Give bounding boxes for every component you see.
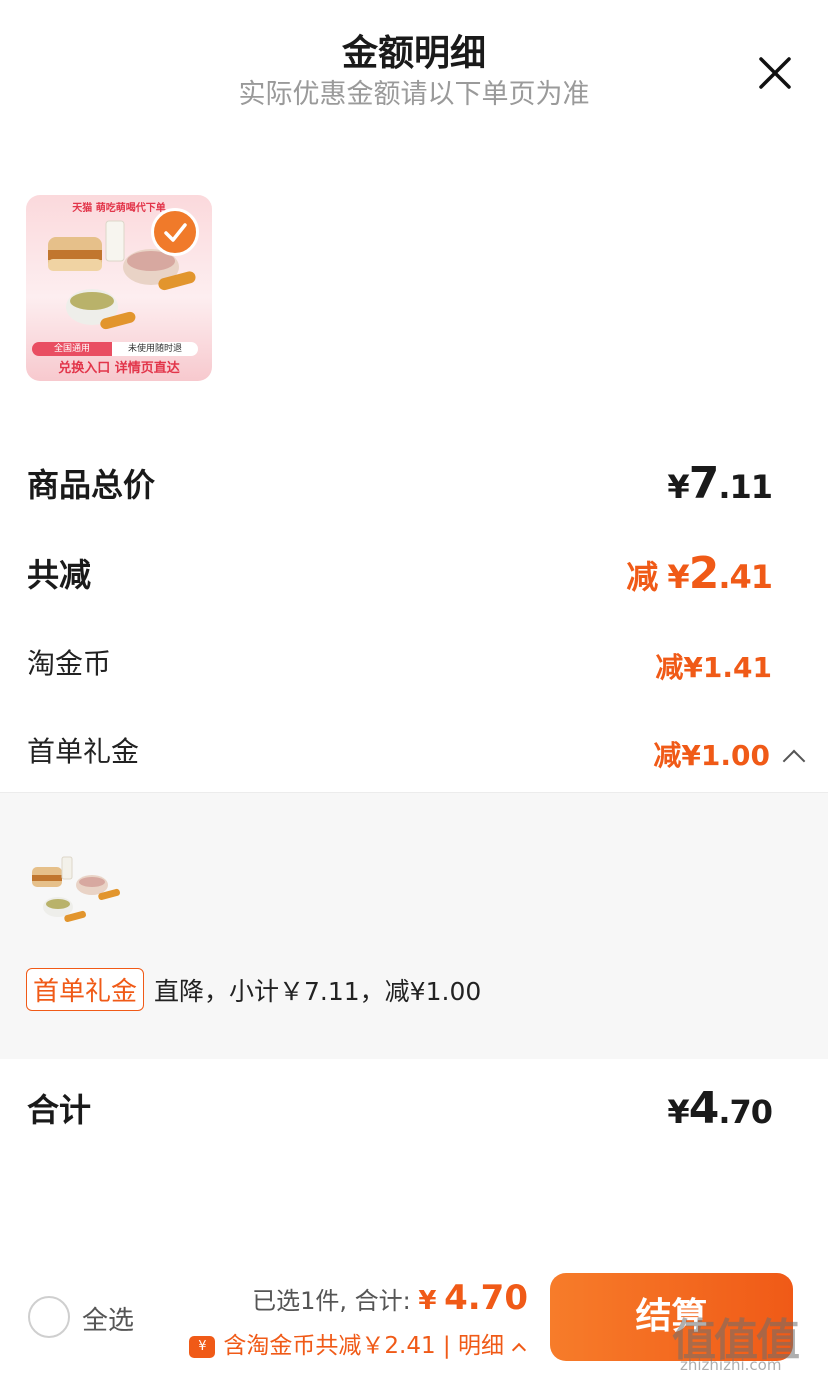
summary-currency: ¥: [418, 1286, 437, 1316]
product-thumbnail[interactable]: 天猫 萌吃萌喝代下单 全国通用 未使用随时退 兑换入口 详情页直达: [26, 195, 212, 381]
row-first-order-gift[interactable]: 首单礼金 减¥1.00: [27, 730, 806, 773]
chevron-up-icon: [511, 1342, 527, 1358]
gift-detail-panel: 首单礼金 直降，小计￥7.11，减¥1.00: [0, 792, 828, 1059]
gift-label: 首单礼金: [27, 735, 140, 768]
total-price-label: 商品总价: [27, 466, 156, 504]
select-all-radio[interactable]: [28, 1296, 70, 1338]
coin-label: 淘金币: [27, 647, 112, 680]
selected-count-text: 已选1件, 合计:: [252, 1287, 411, 1315]
select-all-label[interactable]: 全选: [82, 1300, 134, 1337]
product-footer-text: 兑换入口 详情页直达: [58, 361, 180, 376]
savings-text: 含淘金币共减￥2.41 | 明细: [223, 1333, 504, 1359]
selected-check-icon: [151, 208, 199, 256]
summary-total: 4.70: [444, 1278, 528, 1318]
coin-value: 减¥1.41: [655, 651, 772, 684]
watermark-url: zhizhizhi.com: [680, 1356, 782, 1374]
selected-summary: 已选1件, 合计: ¥ 4.70: [252, 1278, 528, 1318]
chevron-up-icon: [782, 749, 806, 773]
gift-value: 减¥1.00: [653, 739, 770, 772]
gift-detail-line: 首单礼金 直降，小计￥7.11，减¥1.00: [26, 968, 481, 1011]
gift-detail-text: 直降，小计￥7.11，减¥1.00: [154, 977, 482, 1006]
row-discount: 共减 减 ¥2.41: [27, 548, 773, 600]
savings-detail-link[interactable]: ¥ 含淘金币共减￥2.41 | 明细: [189, 1326, 527, 1360]
coin-icon: ¥: [189, 1335, 216, 1358]
gift-value-toggle[interactable]: 减¥1.00: [653, 734, 806, 774]
page-title: 金额明细: [341, 33, 486, 74]
grand-total-value: ¥4.70: [667, 1083, 773, 1134]
discount-label: 共减: [27, 556, 92, 594]
grand-total-label: 合计: [27, 1091, 92, 1129]
row-coin: 淘金币 减¥1.41: [27, 642, 772, 684]
row-grand-total: 合计 ¥4.70: [27, 1083, 773, 1135]
close-icon[interactable]: [752, 50, 798, 96]
product-tag-nationwide: 全国通用: [32, 342, 112, 356]
header: 金额明细 实际优惠金额请以下单页为准: [0, 0, 828, 120]
detail-product-thumbnail: [32, 856, 120, 923]
first-order-gift-tag: 首单礼金: [26, 968, 145, 1011]
page-subtitle: 实际优惠金额请以下单页为准: [238, 79, 590, 110]
row-total-price: 商品总价 ¥7.11: [27, 458, 773, 510]
discount-value: 减 ¥2.41: [626, 548, 773, 599]
product-tag-refund: 未使用随时退: [112, 342, 198, 356]
total-price-value: ¥7.11: [667, 458, 773, 509]
